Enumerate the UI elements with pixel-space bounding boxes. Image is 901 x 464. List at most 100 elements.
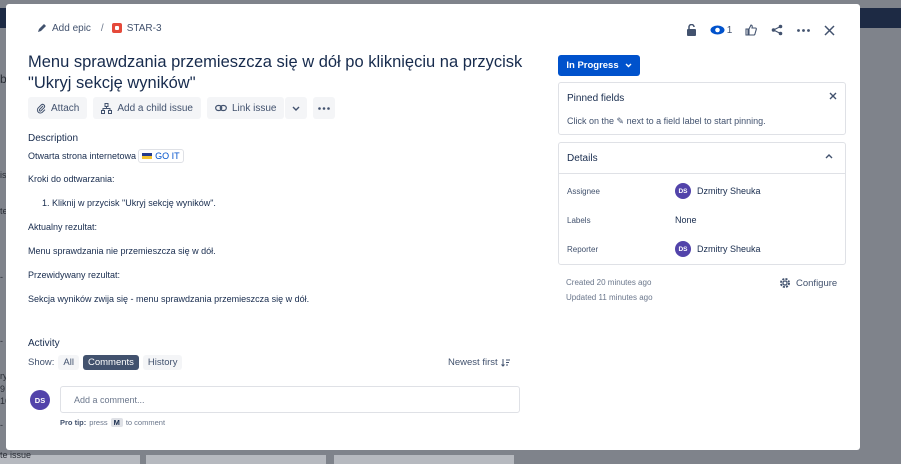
updated-timestamp: Updated 11 minutes ago [566, 293, 653, 302]
assignee-value[interactable]: DS Dzmitry Sheuka [675, 183, 761, 199]
chevron-down-icon [625, 63, 632, 68]
filter-comments[interactable]: Comments [82, 355, 139, 370]
add-epic-link[interactable]: Add epic [52, 23, 91, 34]
pro-tip: Pro tip: press M to comment [60, 418, 165, 427]
description-text: Otwarta strona internetowa [28, 151, 137, 161]
modal-header: Add epic / STAR-3 1 [6, 4, 860, 52]
pencil-icon [36, 22, 48, 34]
steps-label: Kroki do odtwarzania: [28, 174, 115, 184]
chevron-up-icon [825, 151, 833, 162]
pinned-fields-title: Pinned fields [567, 93, 625, 104]
background-text: te issue [0, 450, 32, 460]
watch-count: 1 [726, 24, 733, 36]
reporter-row: Reporter DS Dzmitry Sheuka [567, 239, 837, 259]
filter-all[interactable]: All [58, 355, 79, 370]
add-child-issue-button[interactable]: Add a child issue [93, 97, 201, 119]
link-issue-dropdown[interactable] [285, 97, 308, 119]
activity-filter: Show: All Comments History [28, 355, 183, 370]
more-toolbar-button[interactable] [313, 97, 336, 119]
share-button[interactable] [764, 20, 790, 40]
link-issue-group: Link issue [206, 97, 308, 119]
close-icon [823, 24, 835, 36]
configure-label: Configure [796, 277, 838, 289]
pro-tip-press: press [89, 418, 108, 427]
expected-result-label: Przewidywany rezultat: [28, 270, 121, 280]
link-issue-label: Link issue [231, 102, 277, 114]
pinned-close-button[interactable] [829, 91, 837, 103]
labels-label: Labels [567, 215, 591, 225]
assignee-row: Assignee DS Dzmitry Sheuka [567, 181, 837, 201]
labels-row: Labels None [567, 210, 837, 230]
activity-label: Activity [28, 338, 60, 349]
more-icon [318, 106, 331, 110]
assignee-name: Dzmitry Sheuka [697, 186, 761, 196]
pro-tip-label: Pro tip: [60, 418, 87, 427]
pro-tip-rest: to comment [125, 418, 166, 427]
hierarchy-icon [101, 102, 113, 114]
attach-label: Attach [51, 102, 80, 114]
status-dropdown[interactable]: In Progress [558, 55, 640, 76]
issue-key-link[interactable]: STAR-3 [127, 23, 162, 34]
attach-button[interactable]: Attach [28, 97, 88, 119]
show-label: Show: [28, 357, 55, 368]
smart-link[interactable]: GO IT [138, 149, 184, 163]
background-text: - [0, 336, 3, 346]
assignee-label: Assignee [567, 186, 600, 196]
description-label: Description [28, 133, 79, 144]
link-icon [215, 104, 227, 112]
details-panel: Details Assignee DS Dzmitry Sheuka Label… [558, 142, 846, 265]
background-column [334, 455, 514, 464]
breadcrumb: Add epic / STAR-3 [36, 22, 162, 34]
more-icon [796, 28, 810, 32]
filter-history[interactable]: History [142, 355, 183, 370]
avatar: DS [675, 183, 691, 199]
background-text: 9 [0, 384, 6, 394]
watch-button[interactable]: 1 [704, 20, 738, 40]
actual-result-text: Menu sprawdzania nie przemieszcza się w … [28, 246, 216, 256]
bug-icon [111, 23, 122, 33]
link-issue-button[interactable]: Link issue [206, 97, 285, 119]
pinned-fields-panel: Pinned fields Click on the ✎ next to a f… [558, 82, 846, 135]
share-icon [771, 24, 783, 36]
eye-icon [710, 25, 725, 35]
background-text: - [0, 420, 3, 430]
configure-button[interactable]: Configure [779, 277, 837, 289]
description-line[interactable]: Otwarta strona internetowa GO IT [28, 149, 184, 163]
lock-icon [686, 23, 696, 36]
comment-input[interactable]: Add a comment... [60, 386, 520, 413]
labels-value[interactable]: None [675, 215, 697, 225]
paperclip-icon [36, 103, 46, 113]
background-text: - [0, 272, 3, 282]
avatar: DS [30, 390, 50, 410]
gear-icon [780, 278, 790, 288]
breadcrumb-separator: / [100, 22, 104, 34]
sort-icon [500, 359, 510, 367]
avatar: DS [675, 241, 691, 257]
reporter-name: Dzmitry Sheuka [697, 244, 761, 254]
keyboard-key: M [110, 418, 123, 427]
issue-modal: Add epic / STAR-3 1 Menu sprawdzania prz… [6, 4, 860, 450]
flag-icon [142, 153, 153, 159]
add-child-issue-label: Add a child issue [117, 102, 193, 114]
status-label: In Progress [566, 60, 619, 71]
sort-button[interactable]: Newest first [448, 357, 510, 368]
background-column [146, 455, 326, 464]
close-button[interactable] [816, 20, 842, 40]
step-item: 1. Kliknij w przycisk "Ukryj sekcję wyni… [42, 198, 216, 208]
like-button[interactable] [738, 20, 764, 40]
smart-link-label: GO IT [155, 151, 180, 161]
created-timestamp: Created 20 minutes ago [566, 278, 652, 287]
close-icon [829, 92, 837, 100]
reporter-value[interactable]: DS Dzmitry Sheuka [675, 241, 761, 257]
issue-toolbar: Attach Add a child issue Link issue [28, 97, 336, 119]
issue-title[interactable]: Menu sprawdzania przemieszcza się w dół … [28, 52, 528, 94]
expected-result-text: Sekcja wyników zwija się - menu sprawdza… [28, 294, 310, 304]
header-actions: 1 [678, 20, 842, 40]
lock-button[interactable] [678, 20, 704, 40]
reporter-label: Reporter [567, 244, 599, 254]
actual-result-label: Aktualny rezultat: [28, 222, 98, 232]
details-header[interactable]: Details [559, 143, 845, 174]
thumbs-up-icon [745, 24, 757, 36]
details-title: Details [567, 153, 598, 164]
more-actions-button[interactable] [790, 20, 816, 40]
